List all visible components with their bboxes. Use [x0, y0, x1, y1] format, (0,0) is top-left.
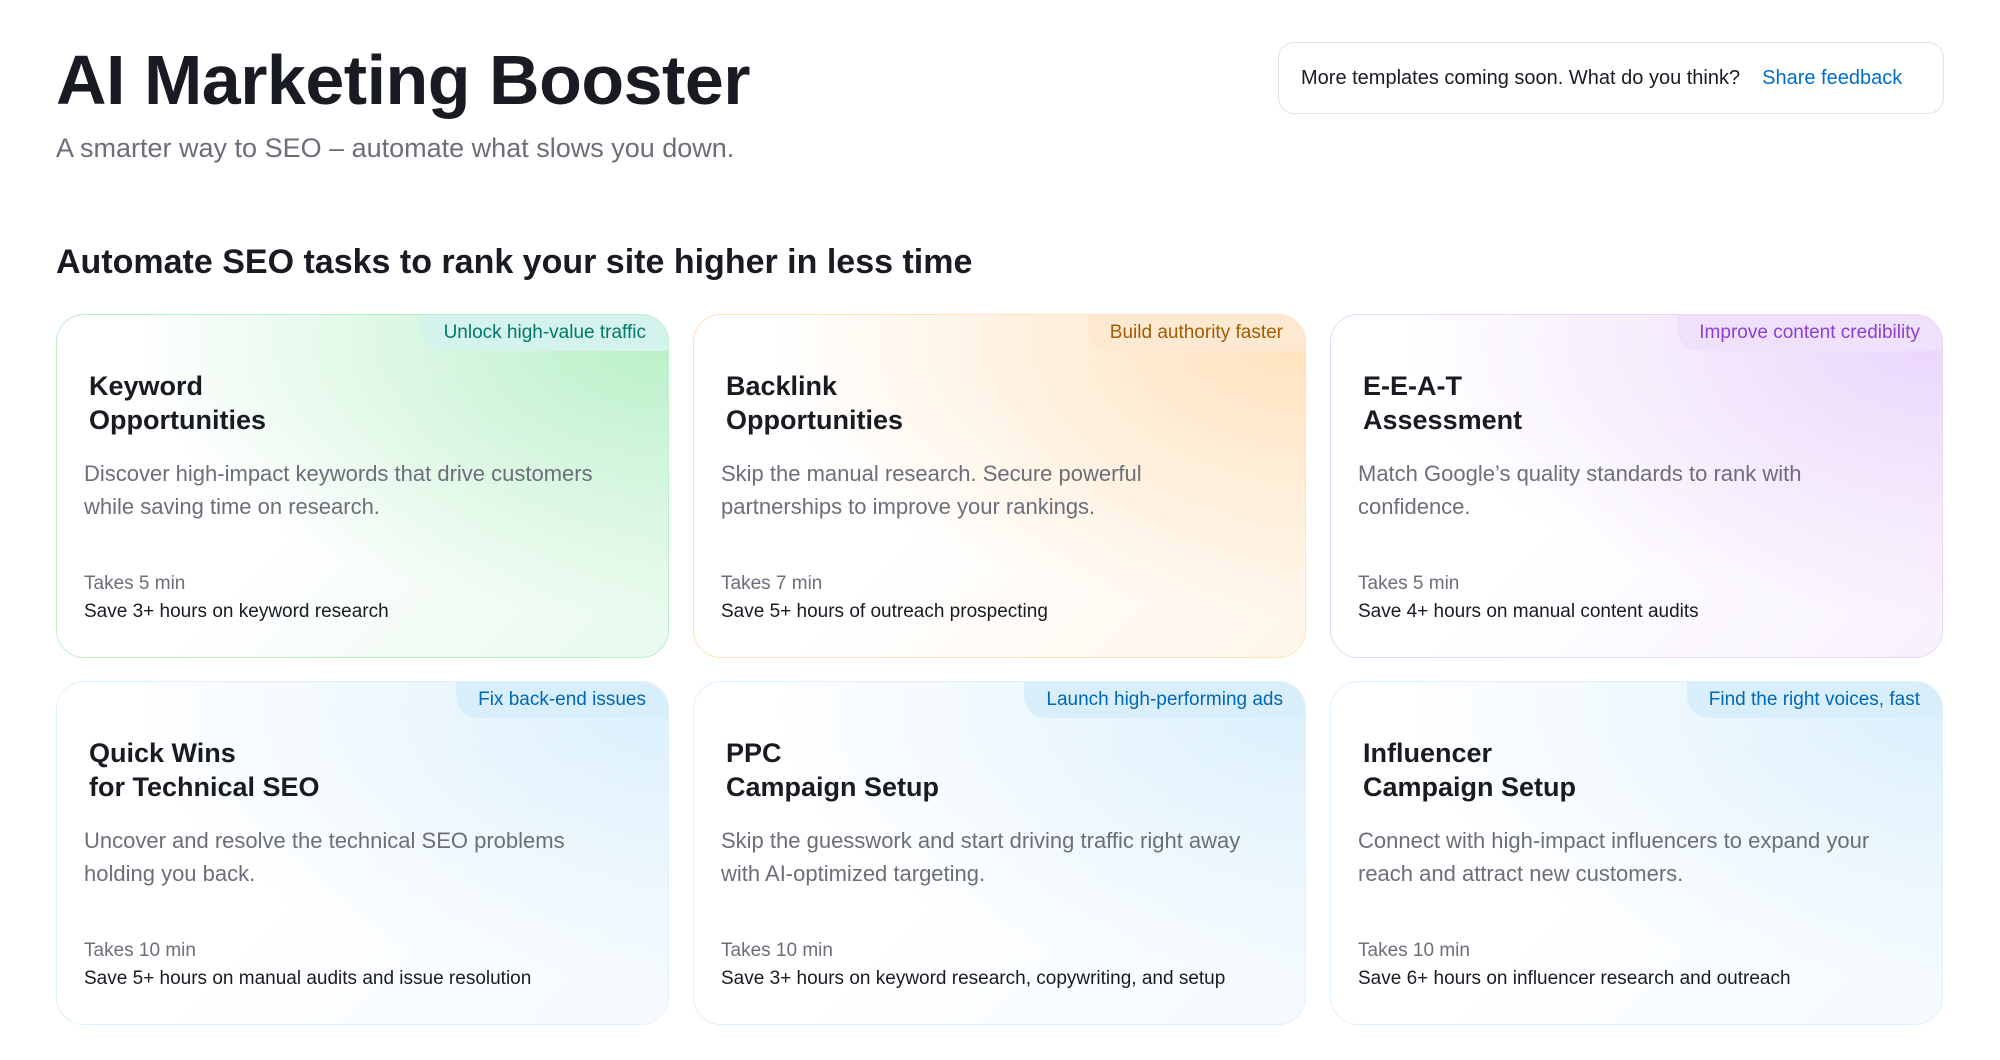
card-title-line: Backlink: [726, 371, 838, 401]
card-description: Skip the manual research. Secure powerfu…: [721, 461, 1142, 519]
share-feedback-link[interactable]: Share feedback: [1762, 67, 1902, 90]
card-title-line: Assessment: [1363, 405, 1523, 435]
card-title-line: Keyword: [89, 371, 204, 401]
card-tag: Improve content credibility: [1677, 315, 1942, 351]
feedback-banner: More templates coming soon. What do you …: [1278, 42, 1944, 114]
card-title: PPC Campaign Setup: [726, 736, 1246, 804]
card-title-line: Opportunities: [89, 405, 266, 435]
card-description: Skip the guesswork and start driving tra…: [721, 828, 1241, 886]
template-card-grid: Unlock high-value traffic Keyword Opport…: [56, 314, 1944, 1025]
card-title: Influencer Campaign Setup: [1363, 736, 1883, 804]
card-time-saved: Save 6+ hours on influencer research and…: [1358, 968, 1791, 989]
card-duration: Takes 7 min: [721, 573, 823, 594]
card-eeat-assessment[interactable]: Improve content credibility E-E-A-T Asse…: [1330, 314, 1943, 658]
card-title-line: Campaign Setup: [726, 772, 940, 802]
card-title-line: Quick Wins: [89, 738, 236, 768]
card-title: E-E-A-T Assessment: [1363, 369, 1883, 437]
card-title-line: for Technical SEO: [89, 772, 320, 802]
card-title-line: E-E-A-T: [1363, 371, 1462, 401]
card-title-line: Campaign Setup: [1363, 772, 1577, 802]
card-description: Connect with high-impact influencers to …: [1358, 828, 1870, 886]
card-time-saved: Save 5+ hours of outreach prospecting: [721, 601, 1048, 622]
card-influencer-campaign-setup[interactable]: Find the right voices, fast Influencer C…: [1330, 681, 1943, 1025]
card-title-line: Influencer: [1363, 738, 1493, 768]
card-description: Discover high-impact keywords that drive…: [84, 461, 593, 519]
card-tag: Unlock high-value traffic: [421, 315, 668, 351]
card-description: Uncover and resolve the technical SEO pr…: [84, 828, 565, 886]
page: AI Marketing Booster A smarter way to SE…: [0, 0, 2000, 1060]
card-tag: Find the right voices, fast: [1686, 682, 1942, 718]
card-tag: Build authority faster: [1087, 315, 1305, 351]
card-time-saved: Save 3+ hours on keyword research: [84, 601, 389, 622]
card-ppc-campaign-setup[interactable]: Launch high-performing ads PPC Campaign …: [693, 681, 1306, 1025]
feedback-text: More templates coming soon. What do you …: [1301, 66, 1741, 89]
card-duration: Takes 5 min: [84, 573, 186, 594]
page-subtitle: A smarter way to SEO – automate what slo…: [56, 133, 735, 163]
card-tag: Fix back-end issues: [456, 682, 668, 718]
card-duration: Takes 5 min: [1358, 573, 1460, 594]
card-keyword-opportunities[interactable]: Unlock high-value traffic Keyword Opport…: [56, 314, 669, 658]
card-duration: Takes 10 min: [721, 940, 833, 961]
card-title-line: PPC: [726, 738, 782, 768]
card-title: Quick Wins for Technical SEO: [89, 736, 609, 804]
card-title-line: Opportunities: [726, 405, 903, 435]
card-duration: Takes 10 min: [84, 940, 196, 961]
card-time-saved: Save 5+ hours on manual audits and issue…: [84, 968, 532, 989]
card-time-saved: Save 3+ hours on keyword research, copyw…: [721, 968, 1226, 989]
card-duration: Takes 10 min: [1358, 940, 1470, 961]
page-title: AI Marketing Booster: [56, 41, 751, 119]
card-title: Backlink Opportunities: [726, 369, 1246, 437]
card-backlink-opportunities[interactable]: Build authority faster Backlink Opportun…: [693, 314, 1306, 658]
card-tag: Launch high-performing ads: [1024, 682, 1305, 718]
section-title: Automate SEO tasks to rank your site hig…: [56, 243, 973, 281]
card-time-saved: Save 4+ hours on manual content audits: [1358, 601, 1699, 622]
card-quick-wins-technical-seo[interactable]: Fix back-end issues Quick Wins for Techn…: [56, 681, 669, 1025]
card-title: Keyword Opportunities: [89, 369, 609, 437]
card-description: Match Google’s quality standards to rank…: [1358, 461, 1802, 519]
